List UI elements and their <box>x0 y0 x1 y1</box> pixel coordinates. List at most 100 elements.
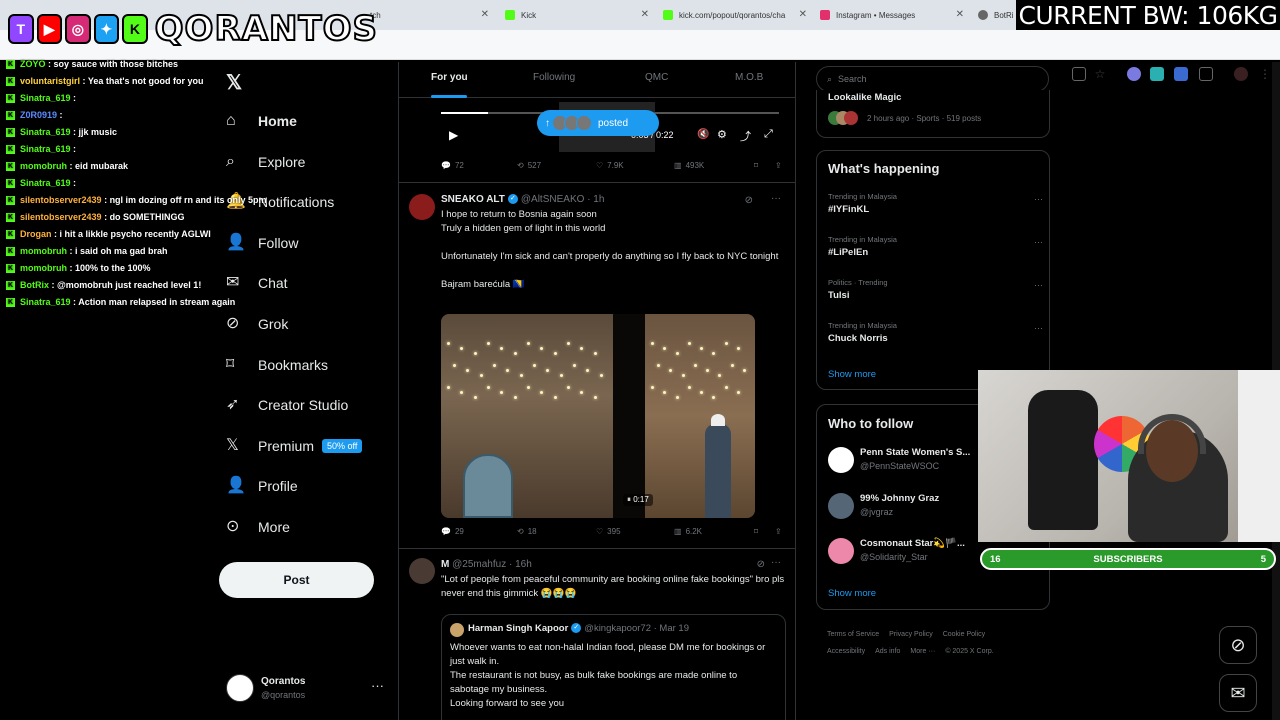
like-button[interactable]: ♡ 395 <box>596 527 621 536</box>
more-icon[interactable]: ··· <box>771 193 781 204</box>
tab-for-you[interactable]: For you <box>431 72 468 83</box>
more-icon[interactable]: ··· <box>1034 280 1043 290</box>
browser-tab[interactable]: BotRi <box>978 2 1018 28</box>
like-button[interactable]: ♡ 7.9K <box>596 161 624 170</box>
show-more-link[interactable]: Show more <box>828 588 876 599</box>
timeline[interactable]: For you Following QMC M.O.B ▶ 0:03 / 0:2… <box>398 62 796 720</box>
close-icon[interactable]: ✕ <box>481 9 489 20</box>
footer-link[interactable]: © 2025 X Corp. <box>945 648 993 655</box>
close-icon[interactable]: ✕ <box>641 9 649 20</box>
sidebar-item-grok[interactable]: ⊘ Grok <box>226 309 288 339</box>
kick-badge-icon: K <box>6 247 15 257</box>
account-name: Qorantos <box>261 676 306 687</box>
close-icon[interactable]: ✕ <box>799 9 807 20</box>
avatar[interactable] <box>409 194 435 220</box>
extension-icon[interactable] <box>1174 67 1188 81</box>
install-icon[interactable] <box>1072 67 1086 81</box>
reply-button[interactable]: 💬 29 <box>441 527 464 536</box>
sidebar-item-bookmarks[interactable]: ⌑ Bookmarks <box>226 350 328 380</box>
gear-icon[interactable]: ⚙ <box>717 128 727 141</box>
bookmark-icon[interactable]: ⌑ <box>754 161 758 170</box>
browser-tab[interactable]: Instagram • Messages ✕ <box>820 2 970 28</box>
author-handle[interactable]: @25mahfuz <box>452 559 506 570</box>
reply-button[interactable]: 💬 72 <box>441 161 464 170</box>
chat-message: K Sinatra_619 : jjk music <box>6 127 118 138</box>
mail-icon[interactable]: ✉ <box>1219 674 1257 712</box>
tweet-video[interactable]: ⏸ 0:17 ◫ <box>441 314 755 518</box>
browser-tab[interactable]: kick.com/popout/qorantos/cha ✕ <box>663 2 813 28</box>
views-button[interactable]: ▥ 6.2K <box>674 527 702 536</box>
chat-message: K BotRix : @momobruh just reached level 1… <box>6 280 202 291</box>
instagram-icon <box>820 10 830 20</box>
more-icon[interactable]: ··· <box>1034 237 1043 247</box>
mute-icon[interactable]: 🔇 <box>697 129 709 140</box>
play-icon[interactable]: ▶ <box>449 128 458 142</box>
extension-icon[interactable] <box>1150 67 1164 81</box>
grok-icon[interactable]: ⊘ <box>757 559 765 570</box>
repost-button[interactable]: ⟲ 18 <box>517 527 537 536</box>
post-button[interactable]: Post <box>219 562 374 598</box>
avatar[interactable] <box>409 558 435 584</box>
share-icon[interactable]: ⇪ <box>775 161 782 170</box>
more-icon[interactable]: ··· <box>1034 194 1043 204</box>
extension-icon[interactable] <box>1127 67 1141 81</box>
tab-following[interactable]: Following <box>533 72 575 83</box>
sidebar-item-creator-studio[interactable]: ➶ Creator Studio <box>226 390 348 420</box>
trend-item[interactable]: Trending in Malaysia #IYFinKL ··· <box>828 192 1043 215</box>
chat-username: Sinatra_619 <box>20 144 71 154</box>
star-icon[interactable]: ☆ <box>1093 67 1107 81</box>
twitter-bird-icon: ✦ <box>93 14 120 44</box>
trend-item[interactable]: Trending in Malaysia Chuck Norris ··· <box>828 321 1043 344</box>
quoted-header: Harman Singh Kapoor ✓ @kingkapoor72 · Mar … <box>468 623 689 634</box>
imam-figure <box>705 414 731 518</box>
sidebar-item-premium[interactable]: 𝕏 Premium 50% off <box>226 431 363 461</box>
footer-link[interactable]: More ··· <box>910 648 935 655</box>
avatar[interactable] <box>1234 67 1248 81</box>
tweet-time[interactable]: · 16h <box>509 559 532 570</box>
footer-link[interactable]: Accessibility <box>827 648 865 655</box>
sidebar-item-more[interactable]: ⊙ More <box>226 512 290 542</box>
trend-item[interactable]: Trending in Malaysia #LiPelEn ··· <box>828 235 1043 258</box>
trend-item[interactable]: Politics · Trending Tulsi ··· <box>828 278 1043 301</box>
author-handle[interactable]: @AltSNEAKO <box>521 194 585 205</box>
footer-link[interactable]: Privacy Policy <box>889 631 933 638</box>
verified-icon: ✓ <box>571 623 582 634</box>
new-posts-pill[interactable]: ↑ posted <box>537 110 659 136</box>
repost-icon: ⟲ <box>517 161 524 170</box>
footer-link[interactable]: Terms of Service <box>827 631 879 638</box>
more-icon[interactable]: ··· <box>1034 323 1043 333</box>
browser-tab[interactable]: Kick ✕ <box>505 2 655 28</box>
puzzle-icon[interactable] <box>1199 67 1213 81</box>
headphones-icon <box>1138 414 1206 454</box>
author-name[interactable]: M <box>441 559 449 570</box>
tab-mob[interactable]: M.O.B <box>735 72 763 83</box>
grok-icon: ⊘ <box>226 315 240 332</box>
trend-snippet[interactable]: Lookalike Magic 2 hours ago · Sports · 5… <box>816 90 1050 138</box>
close-icon[interactable]: ✕ <box>956 9 964 20</box>
grok-icon[interactable]: ⊘ <box>745 195 753 206</box>
quoted-tweet[interactable]: Harman Singh Kapoor ✓ @kingkapoor72 · Mar … <box>441 614 786 720</box>
footer-link[interactable]: Ads info <box>875 648 900 655</box>
footer-link[interactable]: Cookie Policy <box>943 631 985 638</box>
fullscreen-icon[interactable]: ⤢ <box>764 128 773 141</box>
account-switcher[interactable]: Qorantos @qorantos ··· <box>226 672 394 706</box>
browser-tab[interactable]: tch ✕ <box>370 2 495 28</box>
tweet-time[interactable]: · 1h <box>587 194 604 205</box>
more-icon[interactable]: ··· <box>771 557 781 568</box>
rotate-icon[interactable]: ⤴ <box>740 128 751 144</box>
author-name[interactable]: SNEAKO ALT <box>441 194 505 205</box>
tab-qmc[interactable]: QMC <box>645 72 668 83</box>
avatar <box>828 492 854 519</box>
bookmark-icon[interactable]: ⌑ <box>754 527 758 536</box>
kick-badge-icon: K <box>6 298 15 308</box>
sidebar-item-profile[interactable]: 👤 Profile <box>226 471 298 501</box>
views-button[interactable]: ▥ 493K <box>674 161 704 170</box>
trend-context: Trending in Malaysia <box>828 192 897 201</box>
trend-context: Politics · Trending <box>828 278 888 287</box>
repost-button[interactable]: ⟲ 527 <box>517 161 541 170</box>
search-input[interactable]: ⌕ Search <box>816 66 1049 92</box>
show-more-link[interactable]: Show more <box>828 369 876 380</box>
grok-icon[interactable]: ⊘ <box>1219 626 1257 664</box>
share-icon[interactable]: ⇪ <box>775 527 782 536</box>
kebab-menu-icon[interactable]: ⋮ <box>1258 67 1272 81</box>
